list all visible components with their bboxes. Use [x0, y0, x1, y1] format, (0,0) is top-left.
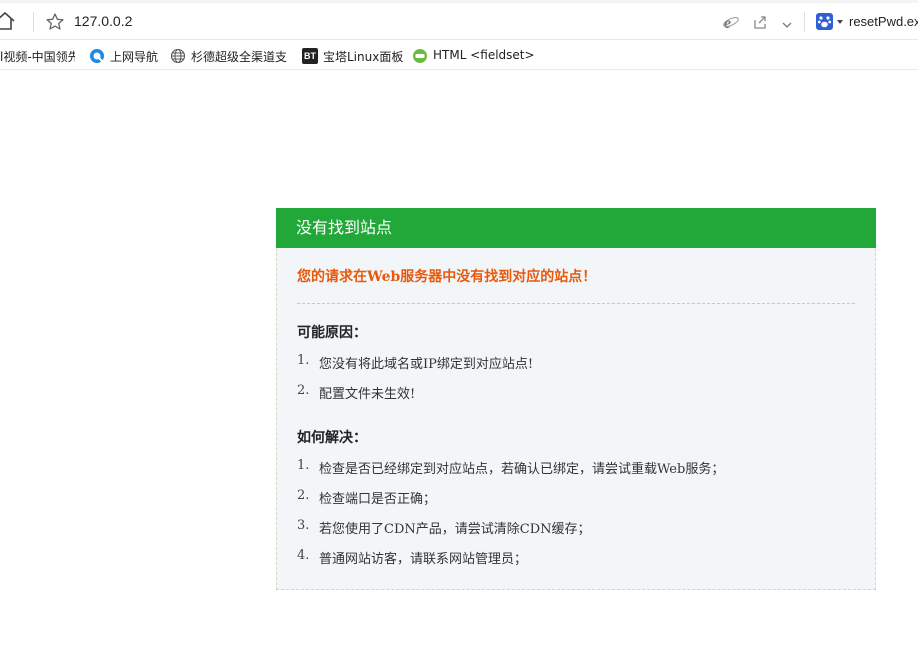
error-headline: 您的请求在Web服务器中没有找到对应的站点！: [297, 269, 597, 285]
address-bar-url[interactable]: 127.0.0.2: [74, 13, 132, 29]
share-icon[interactable]: [752, 14, 768, 30]
list-text: 您没有将此域名或IP绑定到对应站点!: [319, 357, 534, 372]
list-text: 检查端口是否正确；: [319, 492, 437, 507]
list-number: 2.: [297, 488, 310, 503]
panel-title: 没有找到站点: [276, 208, 876, 248]
w3school-icon: [412, 48, 428, 64]
chevron-down-icon[interactable]: [781, 16, 793, 28]
search-input[interactable]: resetPwd.ex: [849, 14, 918, 29]
bookmark-label: l视频-中国领先: [0, 50, 75, 64]
reasons-list: 1. 您没有将此域名或IP绑定到对应站点! 2. 配置文件未生效!: [297, 353, 855, 413]
list-item: 4. 普通网站访客，请联系网站管理员；: [297, 548, 855, 578]
bookmark-item[interactable]: BT 宝塔Linux面板: [302, 47, 406, 65]
tab-strip-edge: [0, 0, 918, 3]
bookmark-star-icon[interactable]: [45, 12, 65, 32]
home-icon[interactable]: [0, 11, 16, 31]
list-item: 3. 若您使用了CDN产品，请尝试清除CDN缓存；: [297, 518, 855, 548]
solutions-title: 如何解决：: [297, 430, 367, 446]
toolbar-separator: [33, 12, 34, 32]
list-text: 配置文件未生效!: [319, 387, 416, 402]
baidu-paw-icon: [816, 13, 833, 30]
bookmark-label: 宝塔Linux面板: [323, 50, 404, 64]
list-number: 2.: [297, 383, 310, 398]
bookmark-item[interactable]: 杉德超级全渠道支: [170, 47, 290, 65]
divider: [297, 303, 855, 304]
list-item: 2. 检查端口是否正确；: [297, 488, 855, 518]
bookmark-item[interactable]: l视频-中国领先: [0, 47, 75, 65]
bookmark-item[interactable]: 上网导航: [89, 47, 165, 65]
list-number: 1.: [297, 458, 310, 473]
list-item: 1. 检查是否已经绑定到对应站点，若确认已绑定，请尝试重载Web服务；: [297, 458, 855, 488]
bookmark-item[interactable]: HTML <fieldset>: [412, 47, 542, 65]
list-text: 若您使用了CDN产品，请尝试清除CDN缓存；: [319, 522, 591, 537]
bookmark-label: HTML <fieldset>: [433, 48, 535, 62]
browser-toolbar: 127.0.0.2 e resetPwd.ex: [0, 0, 918, 40]
bookmark-label: 杉德超级全渠道支: [191, 50, 288, 64]
ie-compat-icon[interactable]: e: [722, 13, 740, 32]
reasons-title: 可能原因：: [297, 325, 367, 341]
list-number: 4.: [297, 548, 310, 563]
list-text: 普通网站访客，请联系网站管理员；: [319, 552, 528, 567]
solutions-list: 1. 检查是否已经绑定到对应站点，若确认已绑定，请尝试重载Web服务； 2. 检…: [297, 458, 855, 578]
bookmarks-bar: l视频-中国领先 上网导航 杉德超级全渠道支 BT 宝塔Linux面板 HTML…: [0, 41, 918, 70]
list-item: 1. 您没有将此域名或IP绑定到对应站点!: [297, 353, 855, 383]
list-text: 检查是否已经绑定到对应站点，若确认已绑定，请尝试重载Web服务；: [319, 462, 725, 477]
dropdown-triangle-icon: [837, 20, 843, 24]
navigation-icon: [89, 48, 105, 64]
toolbar-separator: [804, 12, 805, 32]
site-not-found-panel: 没有找到站点 您的请求在Web服务器中没有找到对应的站点！ 可能原因： 1. 您…: [276, 208, 876, 590]
list-number: 1.: [297, 353, 310, 368]
search-engine-selector[interactable]: [816, 13, 844, 31]
list-number: 3.: [297, 518, 310, 533]
globe-icon: [170, 48, 186, 64]
bookmark-label: 上网导航: [110, 50, 159, 64]
list-item: 2. 配置文件未生效!: [297, 383, 855, 413]
svg-text:e: e: [724, 15, 731, 31]
bt-icon: BT: [302, 48, 318, 64]
